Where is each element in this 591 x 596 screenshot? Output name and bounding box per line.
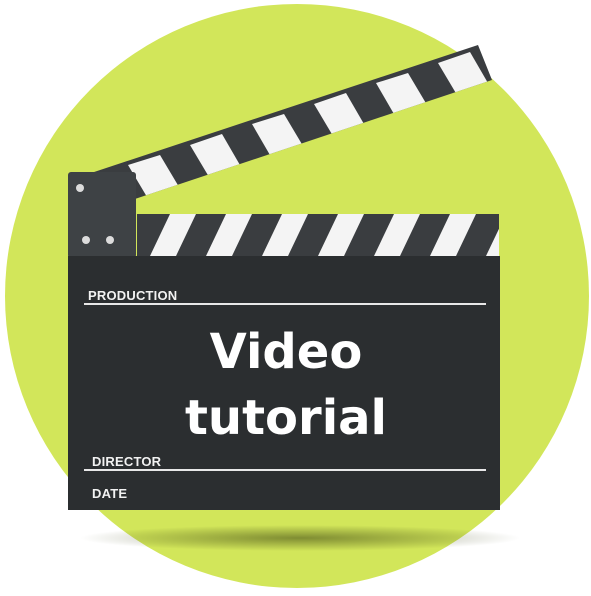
director-label: DIRECTOR: [92, 454, 162, 469]
date-label: DATE: [92, 486, 128, 501]
title-line-2: tutorial: [184, 390, 387, 446]
board-shadow: [80, 525, 520, 551]
clapper-hinge: [68, 172, 136, 258]
production-label: PRODUCTION: [88, 288, 178, 303]
video-tutorial-graphic: PRODUCTION Video tutorial DIRECTOR DATE: [0, 0, 591, 591]
clapper-lower-band: [137, 214, 499, 256]
title-line-1: Video: [209, 324, 363, 380]
